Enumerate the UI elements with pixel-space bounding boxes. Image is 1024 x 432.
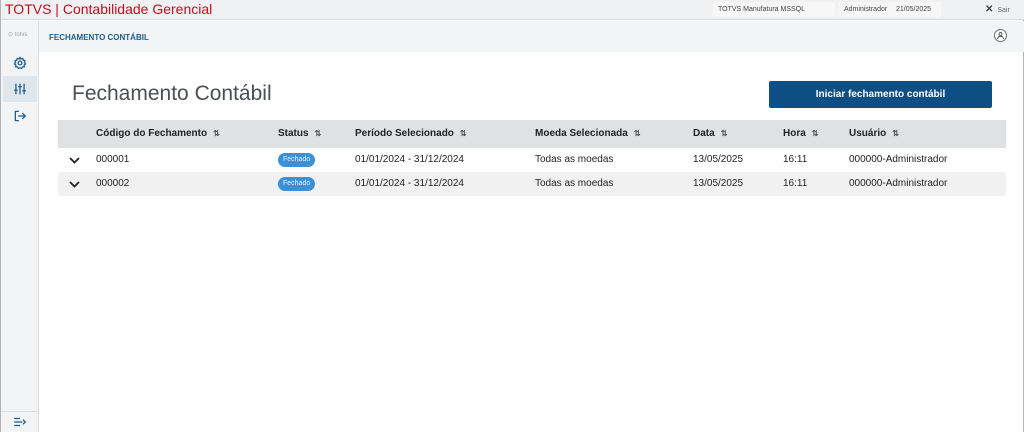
header-bar: FECHAMENTO CONTÁBIL — [39, 21, 1024, 52]
expand-menu-icon — [14, 417, 27, 427]
table-header: Código do Fechamento ⇅ Status ⇅ Período Se… — [58, 120, 1006, 148]
column-header-data[interactable]: Data ⇅ — [693, 120, 728, 148]
sort-icon: ⇅ — [459, 129, 467, 138]
environment-label: TOTVS Manufatura MSSQL — [713, 2, 835, 17]
cell-usuario: 000000-Administrador — [849, 178, 948, 189]
sort-icon: ⇅ — [314, 129, 322, 138]
cell-moeda: Todas as moedas — [535, 154, 614, 165]
column-label: Usuário — [849, 128, 887, 139]
cell-usuario: 000000-Administrador — [849, 154, 948, 165]
sort-icon: ⇅ — [720, 129, 728, 138]
avatar[interactable] — [994, 29, 1007, 42]
chevron-down-icon — [68, 180, 80, 188]
table-row[interactable]: 000002 Fechado 01/01/2024 - 31/12/2024 T… — [58, 172, 1006, 196]
sort-icon: ⇅ — [633, 129, 641, 138]
status-badge: Fechado — [278, 153, 316, 167]
cell-periodo: 01/01/2024 - 31/12/2024 — [355, 178, 464, 189]
date-label: 21/05/2025 — [891, 2, 941, 17]
cell-codigo: 000001 — [96, 154, 130, 165]
sidebar-item-logout[interactable] — [3, 103, 37, 129]
column-header-status[interactable]: Status ⇅ — [278, 120, 322, 148]
column-label: Moeda Selecionada — [535, 128, 628, 139]
closings-table: Código do Fechamento ⇅ Status ⇅ Período Se… — [58, 120, 1006, 196]
sliders-icon — [14, 83, 26, 95]
user-icon — [997, 32, 1004, 39]
column-label: Data — [693, 128, 715, 139]
column-label: Período Selecionado — [355, 128, 454, 139]
column-header-hora[interactable]: Hora ⇅ — [783, 120, 818, 148]
cell-hora: 16:11 — [783, 178, 808, 189]
title-bar: TOTVS | Contabilidade Gerencial TOTVS Ma… — [1, 0, 1024, 20]
cell-data: 13/05/2025 — [693, 178, 744, 189]
sort-icon: ⇅ — [213, 129, 220, 138]
cell-hora: 16:11 — [783, 154, 808, 165]
exit-button[interactable]: ✕ Sair — [985, 2, 1021, 17]
expand-row-button[interactable] — [68, 154, 80, 166]
gear-icon — [13, 56, 27, 70]
breadcrumb: FECHAMENTO CONTÁBIL — [49, 33, 149, 42]
user-label: Administrador — [839, 2, 891, 17]
status-badge: Fechado — [278, 177, 316, 191]
cell-periodo: 01/01/2024 - 31/12/2024 — [355, 154, 464, 165]
totvs-logo: ⊙ totvs — [8, 32, 28, 38]
column-header-moeda[interactable]: Moeda Selecionada ⇅ — [535, 120, 640, 148]
sidebar-item-settings[interactable] — [3, 50, 37, 76]
column-header-periodo[interactable]: Período Selecionado ⇅ — [355, 120, 467, 148]
cell-data: 13/05/2025 — [693, 154, 744, 165]
start-closing-button[interactable]: Iniciar fechamento contábil — [769, 81, 992, 108]
page-title: Fechamento Contábil — [72, 82, 272, 105]
table-row[interactable]: 000001 Fechado 01/01/2024 - 31/12/2024 T… — [58, 148, 1006, 172]
exit-label: Sair — [997, 7, 1010, 14]
column-label: Código do Fechamento — [96, 128, 208, 139]
app-title: TOTVS | Contabilidade Gerencial — [5, 1, 213, 17]
sort-icon: ⇅ — [811, 129, 819, 138]
column-label: Hora — [783, 128, 806, 139]
sidebar: ⊙ totvs — [1, 21, 39, 432]
app-window: TOTVS | Contabilidade Gerencial TOTVS Ma… — [0, 0, 1024, 432]
column-label: Status — [278, 128, 309, 139]
cell-moeda: Todas as moedas — [535, 178, 614, 189]
column-header-codigo[interactable]: Código do Fechamento ⇅ — [96, 120, 220, 148]
sort-icon: ⇅ — [892, 129, 899, 138]
logo-text: totvs — [14, 32, 28, 38]
close-icon: ✕ — [985, 4, 994, 15]
cell-codigo: 000002 — [96, 178, 130, 189]
chevron-down-icon — [68, 156, 80, 164]
expand-menu-button[interactable] — [1, 411, 39, 432]
logout-icon — [14, 110, 27, 122]
column-header-usuario[interactable]: Usuário ⇅ — [849, 120, 899, 148]
expand-row-button[interactable] — [68, 178, 80, 190]
sidebar-item-adjustments[interactable] — [3, 76, 37, 102]
